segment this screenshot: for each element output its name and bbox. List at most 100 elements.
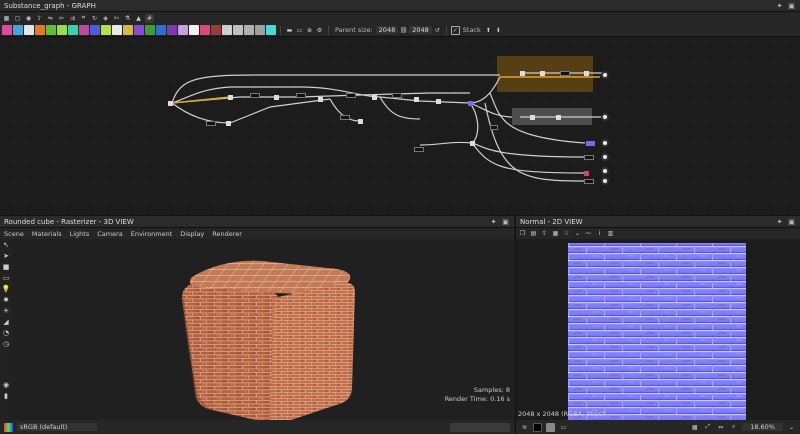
menu-lights[interactable]: Lights xyxy=(70,230,90,238)
graph-node[interactable] xyxy=(392,93,402,98)
node-palette-swatch[interactable] xyxy=(178,25,188,35)
view2d-viewport[interactable]: 2048 x 2048 (RGBA, 8bpc) xyxy=(516,239,800,420)
pin-icon[interactable]: ✦ xyxy=(775,2,784,10)
up-icon[interactable]: ▲ xyxy=(134,14,143,23)
stack-checkbox[interactable]: ✓ xyxy=(450,25,460,35)
node-palette-swatch[interactable] xyxy=(46,25,56,35)
view3d-viewport[interactable]: Samples: 8 Render Time: 0.16 s xyxy=(12,239,514,420)
node-palette-swatch[interactable] xyxy=(200,25,210,35)
node-graph-canvas[interactable] xyxy=(0,37,800,215)
frame-icon[interactable]: ▢ xyxy=(13,14,22,23)
graph-node[interactable] xyxy=(584,155,594,160)
comment-icon[interactable]: ▬ xyxy=(285,26,294,35)
light-icon[interactable]: 💡 xyxy=(2,285,11,293)
align-icon[interactable]: ⇉ xyxy=(68,14,77,23)
graph-node[interactable] xyxy=(520,71,525,76)
node-palette-swatch[interactable] xyxy=(255,25,265,35)
maximize-icon[interactable]: ▣ xyxy=(787,218,796,226)
graph-node[interactable] xyxy=(346,93,356,98)
export-icon[interactable]: ⇪ xyxy=(35,14,44,23)
fit-icon[interactable]: ⤢ xyxy=(703,423,712,432)
node-icon[interactable]: ⌗ xyxy=(79,14,88,23)
menu-scene[interactable]: Scene xyxy=(4,230,24,238)
pin-node-icon[interactable]: ⊕ xyxy=(305,26,314,35)
node-palette-swatch[interactable] xyxy=(244,25,254,35)
pointer-icon[interactable]: ➤ xyxy=(2,252,10,260)
graph-node[interactable] xyxy=(540,71,545,76)
tools-icon[interactable]: ✂ xyxy=(57,14,66,23)
graph-node[interactable] xyxy=(228,95,233,100)
graph-node[interactable] xyxy=(414,97,419,102)
link-size-icon[interactable]: ⛓ xyxy=(399,26,408,35)
node-palette-swatch[interactable] xyxy=(123,25,133,35)
node-palette-swatch[interactable] xyxy=(24,25,34,35)
gear-icon[interactable]: ✹ xyxy=(2,296,10,304)
graph-node[interactable] xyxy=(468,101,473,106)
pin-icon[interactable]: ✦ xyxy=(489,218,498,226)
output-node[interactable] xyxy=(601,71,609,79)
link-icon[interactable]: ⇋ xyxy=(46,14,55,23)
node-palette-swatch[interactable] xyxy=(79,25,89,35)
cut-icon[interactable]: ✄ xyxy=(112,14,121,23)
node-palette-swatch[interactable] xyxy=(68,25,78,35)
eye-icon[interactable]: ◉ xyxy=(2,381,10,389)
reset-icon[interactable]: ↺ xyxy=(433,26,442,35)
grid-icon[interactable]: # xyxy=(145,13,154,23)
graph-node[interactable] xyxy=(168,101,173,106)
graph-node[interactable] xyxy=(586,141,595,146)
output-node[interactable] xyxy=(601,177,609,185)
graph-node[interactable] xyxy=(358,119,363,124)
grid-toggle-icon[interactable]: ▦ xyxy=(690,423,699,432)
node-palette-swatch[interactable] xyxy=(57,25,67,35)
pin-icon[interactable]: ✦ xyxy=(775,218,784,226)
node-palette-swatch[interactable] xyxy=(2,25,12,35)
node-palette-swatch[interactable] xyxy=(167,25,177,35)
bell-icon[interactable]: ◔ xyxy=(2,329,10,337)
layers-icon[interactable]: ≋ xyxy=(520,423,529,432)
histogram-icon[interactable]: ⁓ xyxy=(584,229,593,238)
node-palette-swatch[interactable] xyxy=(13,25,23,35)
output-node[interactable] xyxy=(601,113,609,121)
bars-icon[interactable]: ▮ xyxy=(2,392,10,400)
parent-size-dropdown[interactable]: 2048 xyxy=(375,26,399,34)
node-palette-swatch[interactable] xyxy=(134,25,144,35)
graph-node[interactable] xyxy=(584,179,594,184)
filter-icon[interactable]: ◈ xyxy=(101,14,110,23)
zoom-dropdown-icon[interactable]: ⌄ xyxy=(787,423,796,432)
menu-materials[interactable]: Materials xyxy=(32,230,62,238)
tile-icon[interactable]: ▦ xyxy=(551,229,560,238)
graph-node[interactable] xyxy=(226,121,231,126)
clock-icon[interactable]: ◷ xyxy=(2,340,10,348)
zoom-value[interactable]: 18.60% xyxy=(742,423,783,431)
camera-icon[interactable]: ◉ xyxy=(24,14,33,23)
frame-highlight[interactable] xyxy=(497,56,593,92)
sun-icon[interactable]: ☀ xyxy=(2,307,10,315)
output-node[interactable] xyxy=(601,153,609,161)
menu-display[interactable]: Display xyxy=(180,230,204,238)
graph-node[interactable] xyxy=(274,95,279,100)
output-node[interactable] xyxy=(601,167,609,175)
checker-bg-icon[interactable] xyxy=(546,422,555,432)
node-palette-swatch[interactable] xyxy=(112,25,122,35)
chart-icon[interactable]: ◢ xyxy=(2,318,10,326)
maximize-icon[interactable]: ▣ xyxy=(501,218,510,226)
node-palette-swatch[interactable] xyxy=(189,25,199,35)
graph-node[interactable] xyxy=(470,141,475,146)
export-icon[interactable]: ⇪ xyxy=(540,229,549,238)
zoom-icon[interactable]: ⌕ xyxy=(729,423,738,432)
graph-node[interactable] xyxy=(436,99,441,104)
stack-up-icon[interactable]: ⬆ xyxy=(484,26,493,35)
node-palette-swatch[interactable] xyxy=(145,25,155,35)
status-field[interactable] xyxy=(450,422,510,432)
graph-node[interactable] xyxy=(556,115,561,120)
graph-node[interactable] xyxy=(372,95,377,100)
flask-icon[interactable]: ⚗ xyxy=(123,14,132,23)
node-palette-swatch[interactable] xyxy=(222,25,232,35)
output-node[interactable] xyxy=(601,139,609,147)
node-palette-swatch[interactable] xyxy=(90,25,100,35)
select-icon[interactable]: ↖ xyxy=(2,241,10,249)
layout-icon[interactable]: ▦ xyxy=(2,14,11,23)
menu-renderer[interactable]: Renderer xyxy=(212,230,242,238)
graph-node[interactable] xyxy=(296,93,306,98)
channels-icon[interactable]: ▥ xyxy=(606,229,615,238)
